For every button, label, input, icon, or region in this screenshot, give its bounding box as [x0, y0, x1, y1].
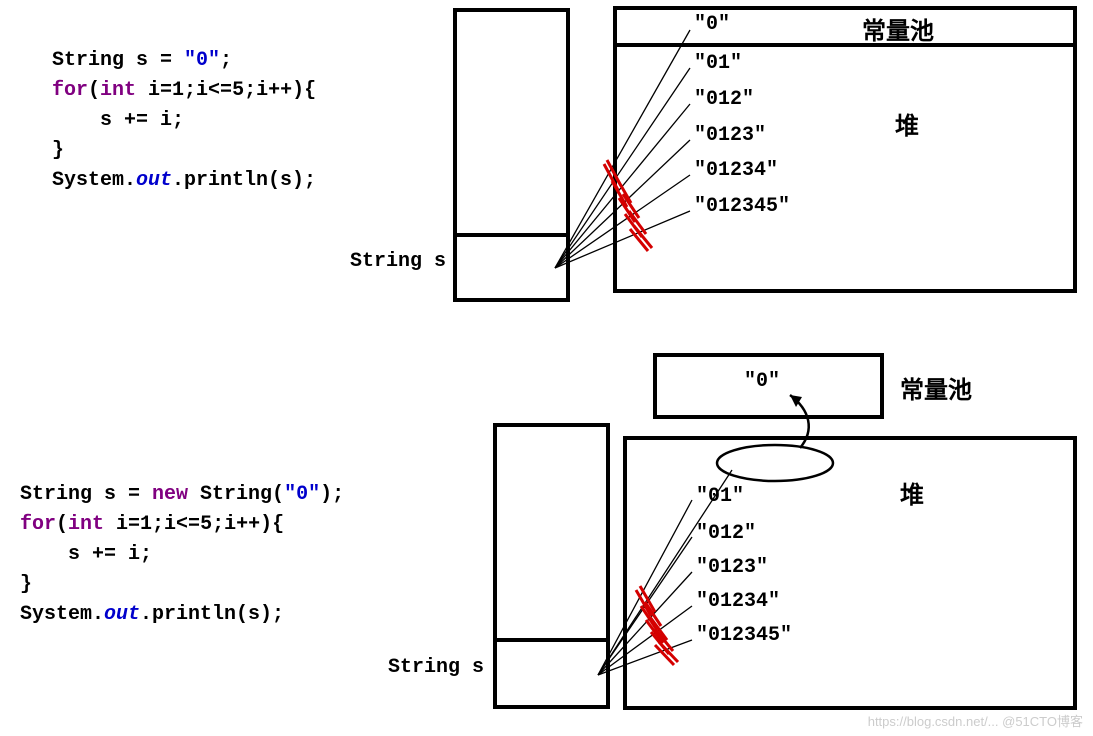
pool-label-2: 常量池 — [900, 370, 972, 405]
code2-l2: for(int i=1;i<=5;i++){ — [20, 513, 284, 536]
heap2-v1: "012" — [696, 522, 756, 545]
heap2-v3: "01234" — [696, 590, 780, 613]
stack-box-2 — [495, 425, 608, 707]
heap1-v2: "012" — [694, 88, 754, 111]
heap-object-ellipse — [717, 445, 833, 481]
heap1-v5: "012345" — [694, 195, 790, 218]
watermark: https://blog.csdn.net/... @51CTO博客 — [868, 711, 1083, 730]
heap2-v0: "01" — [696, 485, 744, 508]
heap-label-1: 堆 — [895, 106, 919, 141]
heap1-v4: "01234" — [694, 159, 778, 182]
stack-box-1 — [455, 10, 568, 300]
heap2-v4: "012345" — [696, 624, 792, 647]
code2-l5: System.out.println(s); — [20, 603, 284, 626]
heap1-v1: "01" — [694, 52, 742, 75]
code2-l4: } — [20, 573, 32, 596]
pointer-lines-1 — [555, 30, 690, 268]
code-block-2: String s = new String("0"); for(int i=1;… — [20, 450, 344, 630]
pool-zero: "0" — [744, 370, 780, 393]
string-s-label-2: String s — [388, 656, 484, 679]
heap2-v2: "0123" — [696, 556, 768, 579]
string-s-label-1: String s — [350, 250, 446, 273]
heap1-v3: "0123" — [694, 124, 766, 147]
heap-box-2 — [625, 438, 1075, 708]
code2-l3: s += i; — [20, 543, 152, 566]
heap-label-2: 堆 — [900, 475, 924, 510]
heap1-v0: "0" — [694, 13, 730, 36]
pool-label-1: 常量池 — [862, 11, 934, 46]
code2-l1: String s = new String("0"); — [20, 483, 344, 506]
heap-box-1 — [615, 8, 1075, 291]
arrow-to-pool — [790, 395, 809, 448]
